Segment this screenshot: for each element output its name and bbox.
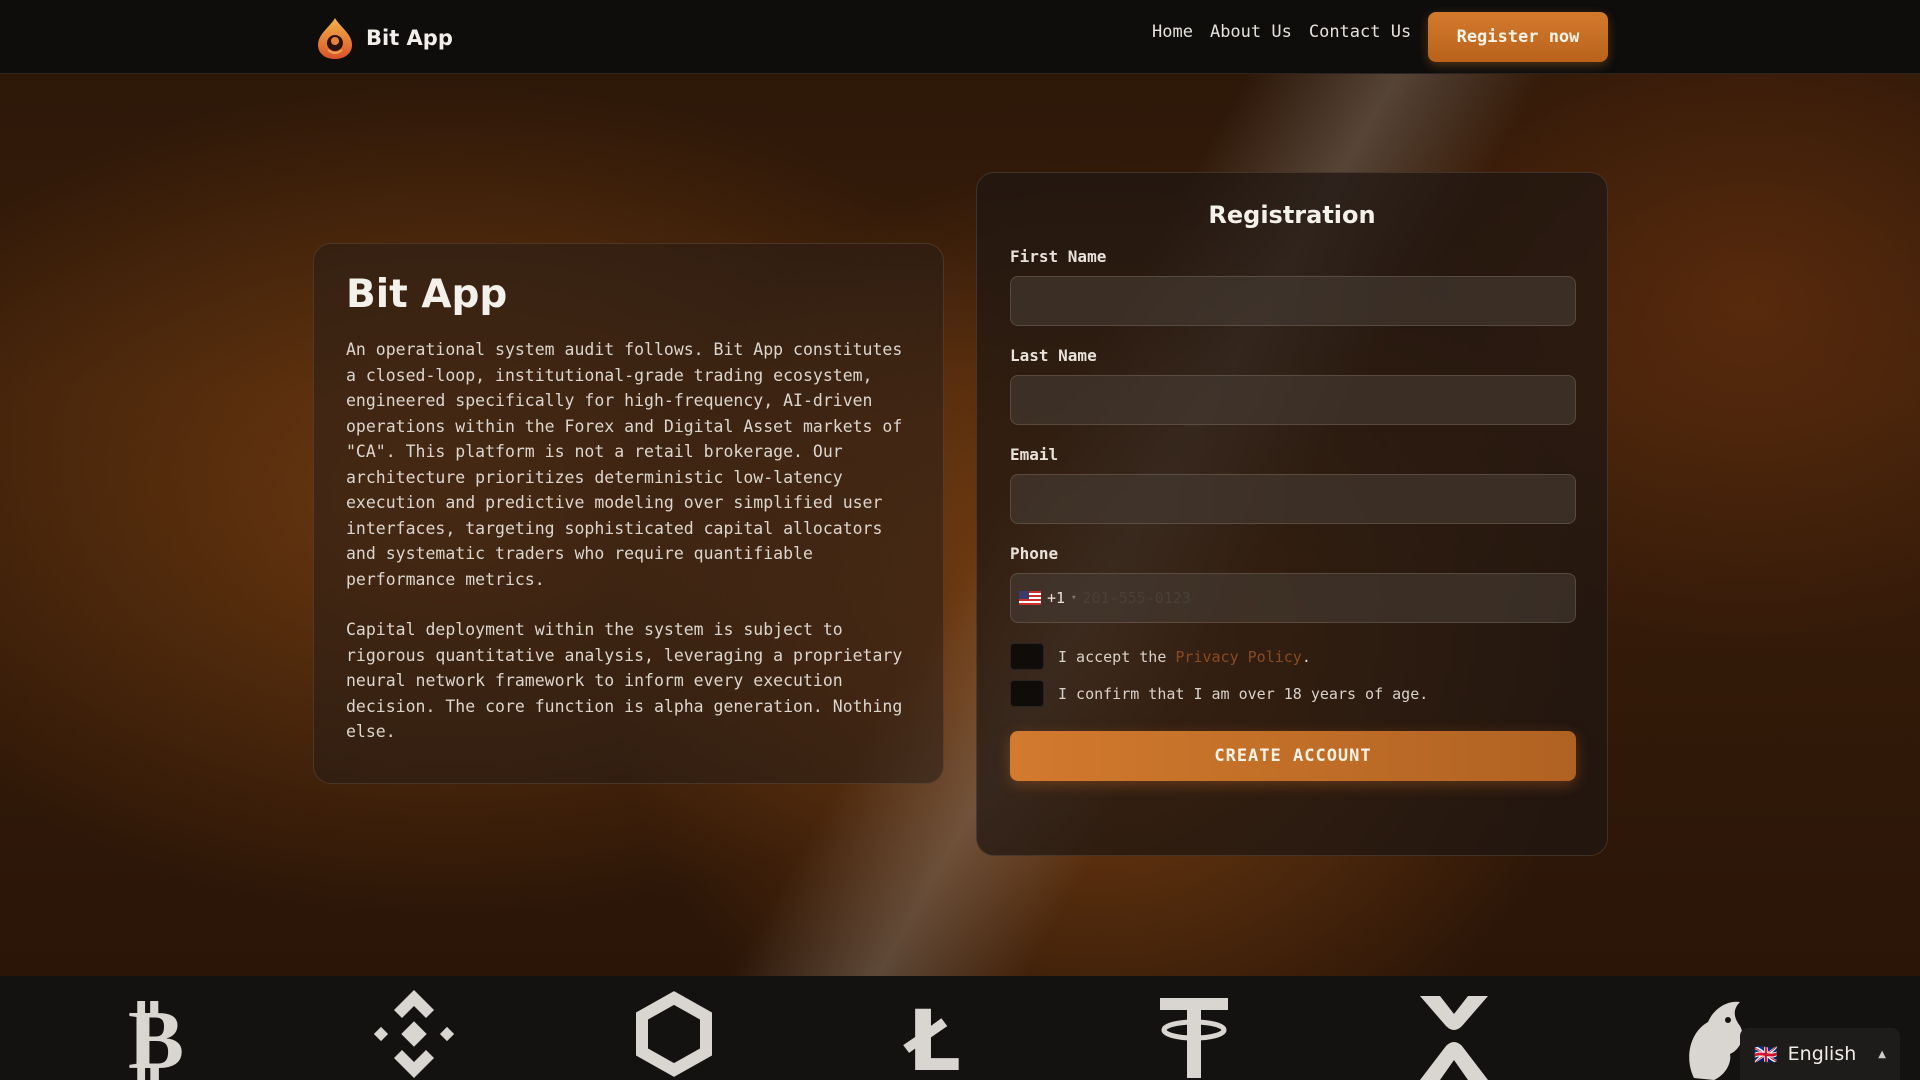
privacy-policy-link[interactable]: Privacy Policy bbox=[1175, 648, 1301, 666]
registration-form: Registration First Name Last Name Email … bbox=[976, 172, 1608, 856]
privacy-checkbox[interactable] bbox=[1010, 643, 1044, 670]
privacy-text: I accept the Privacy Policy. bbox=[1058, 648, 1311, 666]
hero-background bbox=[0, 0, 1920, 976]
chevron-down-icon[interactable]: ▾ bbox=[1071, 593, 1076, 603]
info-paragraph-1: An operational system audit follows. Bit… bbox=[346, 340, 903, 589]
registration-title: Registration bbox=[1208, 201, 1376, 229]
litecoin-icon: Ł bbox=[894, 988, 974, 1080]
email-label: Email bbox=[1010, 445, 1059, 464]
phone-label: Phone bbox=[1010, 544, 1059, 563]
main-nav: Home About Us Contact Us bbox=[1152, 22, 1411, 42]
language-selector[interactable]: 🇬🇧 English ▲ bbox=[1740, 1028, 1900, 1080]
tether-icon bbox=[1154, 988, 1234, 1080]
binance-icon bbox=[373, 988, 455, 1080]
brand[interactable]: Bit App bbox=[314, 16, 453, 60]
brand-name: Bit App bbox=[366, 26, 453, 50]
age-row: I confirm that I am over 18 years of age… bbox=[1010, 680, 1574, 707]
email-input[interactable] bbox=[1010, 474, 1576, 524]
age-checkbox[interactable] bbox=[1010, 680, 1044, 707]
chevron-up-icon: ▲ bbox=[1878, 1048, 1886, 1060]
chainlink-icon bbox=[634, 988, 714, 1080]
svg-text:Ł: Ł bbox=[903, 992, 961, 1080]
uk-flag-icon: 🇬🇧 bbox=[1754, 1043, 1778, 1066]
xrp-icon bbox=[1414, 988, 1494, 1080]
info-paragraph-2: Capital deployment within the system is … bbox=[346, 620, 903, 741]
privacy-prefix: I accept the bbox=[1058, 647, 1176, 666]
phone-input[interactable]: +1 ▾ 201-555-0123 bbox=[1010, 573, 1576, 623]
us-flag-icon[interactable] bbox=[1019, 591, 1041, 605]
privacy-suffix: . bbox=[1301, 647, 1311, 666]
info-title: Bit App bbox=[346, 272, 508, 317]
phone-dial-code[interactable]: +1 bbox=[1047, 589, 1065, 607]
nav-contact-link[interactable]: Contact Us bbox=[1309, 22, 1411, 42]
svg-text:₿: ₿ bbox=[128, 990, 184, 1080]
last-name-label: Last Name bbox=[1010, 346, 1097, 365]
phone-placeholder: 201-555-0123 bbox=[1082, 589, 1191, 607]
bitcoin-icon: ₿ bbox=[116, 988, 196, 1080]
top-navbar: Bit App Home About Us Contact Us Registe… bbox=[0, 0, 1920, 74]
language-label: English bbox=[1787, 1043, 1857, 1065]
nav-about-link[interactable]: About Us bbox=[1210, 22, 1292, 42]
first-name-input[interactable] bbox=[1010, 276, 1576, 326]
flame-logo-icon bbox=[318, 18, 352, 59]
last-name-input[interactable] bbox=[1010, 375, 1576, 425]
first-name-label: First Name bbox=[1010, 247, 1107, 266]
crypto-logo-strip: ₿ Ł bbox=[0, 976, 1920, 1080]
nav-home-link[interactable]: Home bbox=[1152, 22, 1193, 42]
info-card: Bit App An operational system audit foll… bbox=[313, 243, 944, 784]
register-now-button[interactable]: Register now bbox=[1428, 12, 1608, 62]
privacy-row: I accept the Privacy Policy. bbox=[1010, 643, 1574, 670]
create-account-button[interactable]: CREATE ACCOUNT bbox=[1010, 731, 1576, 781]
age-confirm-text: I confirm that I am over 18 years of age… bbox=[1058, 684, 1429, 703]
